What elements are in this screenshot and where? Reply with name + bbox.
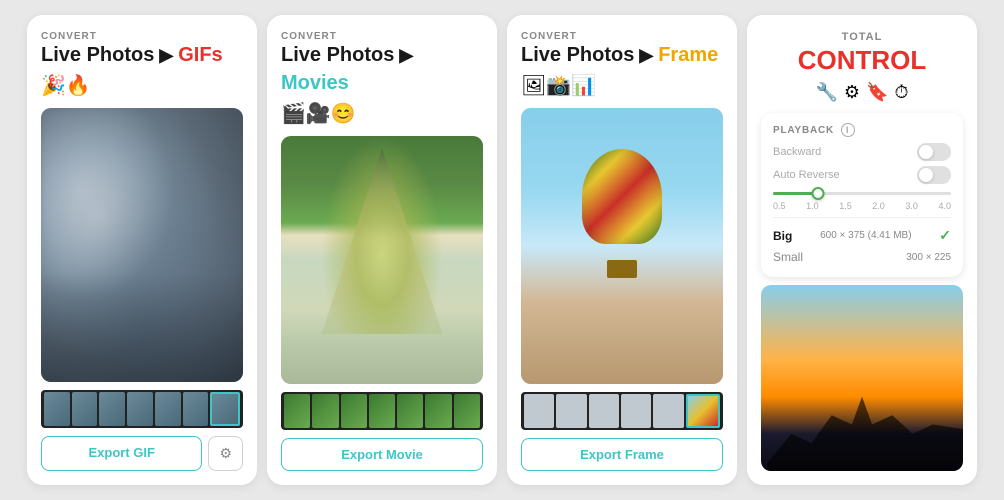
image-area-1	[41, 108, 243, 382]
backward-label: Backward	[773, 146, 821, 158]
total-label: TOTAL	[761, 31, 963, 43]
playback-label: PLAYBACK i	[773, 123, 951, 137]
arrow-1: ▶	[159, 45, 173, 66]
size-big-option[interactable]: Big 600 × 375 (4.41 MB) ✓	[773, 224, 951, 247]
size-small-option[interactable]: Small 300 × 225	[773, 247, 951, 267]
info-icon[interactable]: i	[841, 123, 855, 137]
film-frame	[127, 392, 153, 426]
tick-3: 1.5	[839, 201, 852, 211]
gear-icon: ⚙	[844, 82, 860, 103]
live-photos-label-2: Live Photos	[281, 44, 394, 67]
film-frame-selected	[686, 394, 720, 428]
size-big-value: 600 × 375 (4.41 MB)	[820, 230, 911, 241]
convert-label-2: CONVERT	[281, 31, 483, 42]
photo-preview-1	[41, 108, 243, 382]
tick-4: 2.0	[872, 201, 885, 211]
arrow-2: ▶	[399, 45, 413, 66]
film-frame	[44, 392, 70, 426]
emoji-icons-2: 🎬🎥😊	[281, 101, 356, 126]
filmstrip-1	[41, 390, 243, 428]
auto-reverse-toggle[interactable]	[917, 166, 951, 184]
movie-accent-label: Movies	[281, 72, 349, 95]
silhouette-image	[761, 285, 963, 471]
backward-toggle[interactable]	[917, 143, 951, 161]
bookmark-icon: 🔖	[866, 82, 888, 103]
control-title: CONTROL	[798, 45, 927, 75]
size-small-label: Small	[773, 250, 803, 264]
panel-movie: CONVERT Live Photos ▶ Movies 🎬🎥😊 Export …	[267, 15, 497, 485]
tool-icon: 🔧	[815, 82, 837, 103]
film-frame	[369, 394, 395, 428]
slider-thumb[interactable]	[811, 187, 824, 200]
size-small-value: 300 × 225	[906, 252, 951, 263]
film-frame	[99, 392, 125, 426]
film-frame	[589, 394, 619, 428]
export-movie-button[interactable]: Export Movie	[281, 438, 483, 471]
title-row-2: Live Photos ▶ Movies	[281, 44, 483, 95]
film-frame	[621, 394, 651, 428]
speed-slider-track[interactable]	[773, 192, 951, 195]
filmstrip-2	[281, 392, 483, 430]
filmstrip-3	[521, 392, 723, 430]
panel-control: TOTAL CONTROL 🔧 ⚙ 🔖 ⏱ PLAYBACK i Backwar…	[747, 15, 977, 485]
film-frame	[524, 394, 554, 428]
emoji-icons-1: 🎉🔥	[41, 73, 91, 98]
film-frame	[284, 394, 310, 428]
size-big-label: Big	[773, 229, 792, 243]
icons-row-3: 🖼📸📊	[521, 73, 723, 98]
gif-accent-label: GIFs	[178, 44, 222, 67]
icons-row-4: 🔧 ⚙ 🔖 ⏱	[761, 82, 963, 103]
timer-icon: ⏱	[894, 82, 908, 103]
emoji-icons-3: 🖼📸📊	[521, 73, 596, 98]
frame-accent-label: Frame	[658, 44, 718, 67]
auto-reverse-row: Auto Reverse	[773, 166, 951, 184]
panel-gif: CONVERT Live Photos ▶ GIFs 🎉🔥 Export GIF…	[27, 15, 257, 485]
film-frame	[155, 392, 181, 426]
export-gif-button[interactable]: Export GIF	[41, 436, 202, 471]
film-frame	[397, 394, 423, 428]
image-area-3	[521, 108, 723, 384]
export-frame-button[interactable]: Export Frame	[521, 438, 723, 471]
panel-frame: CONVERT Live Photos ▶ Frame 🖼📸📊 Export F…	[507, 15, 737, 485]
gear-button[interactable]: ⚙	[208, 436, 243, 471]
tick-1: 0.5	[773, 201, 786, 211]
convert-label-3: CONVERT	[521, 31, 723, 42]
film-frame-selected	[210, 392, 240, 426]
backward-row: Backward	[773, 143, 951, 161]
film-frame	[72, 392, 98, 426]
film-frame	[341, 394, 367, 428]
btn-row-1: Export GIF ⚙	[41, 436, 243, 471]
live-photos-label-3: Live Photos	[521, 44, 634, 67]
tick-5: 3.0	[905, 201, 918, 211]
tick-6: 4.0	[938, 201, 951, 211]
film-frame	[312, 394, 338, 428]
checkmark-icon: ✓	[939, 227, 951, 244]
photo-preview-2	[281, 136, 483, 384]
image-area-2	[281, 136, 483, 384]
film-frame	[653, 394, 683, 428]
convert-label-1: CONVERT	[41, 31, 243, 42]
auto-reverse-label: Auto Reverse	[773, 169, 840, 181]
arrow-3: ▶	[639, 45, 653, 66]
control-card: PLAYBACK i Backward Auto Reverse 0.5 1.0…	[761, 113, 963, 277]
film-frame	[556, 394, 586, 428]
film-frame	[183, 392, 209, 426]
divider	[773, 217, 951, 218]
film-frame	[454, 394, 480, 428]
title-row-1: Live Photos ▶ GIFs	[41, 44, 243, 67]
live-photos-label-1: Live Photos	[41, 44, 154, 67]
icons-row-1: 🎉🔥	[41, 73, 243, 98]
icons-row-2: 🎬🎥😊	[281, 101, 483, 126]
tick-2: 1.0	[806, 201, 819, 211]
film-frame	[425, 394, 451, 428]
photo-preview-3	[521, 108, 723, 384]
title-row-3: Live Photos ▶ Frame	[521, 44, 723, 67]
panel4-inner: TOTAL CONTROL 🔧 ⚙ 🔖 ⏱ PLAYBACK i Backwar…	[761, 31, 963, 471]
slider-ticks: 0.5 1.0 1.5 2.0 3.0 4.0	[773, 201, 951, 211]
